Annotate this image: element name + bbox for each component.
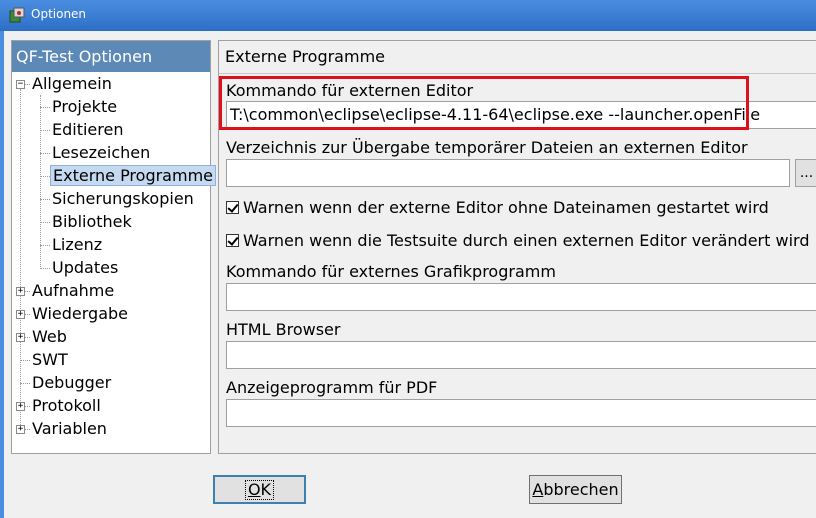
tree-connector — [40, 268, 50, 269]
expand-icon[interactable]: + — [16, 287, 25, 296]
tree-item[interactable]: Externe Programme — [50, 165, 216, 187]
tree-item-label: Sicherungskopien — [52, 189, 194, 208]
tree-guide-line — [40, 95, 41, 267]
window-frame — [0, 31, 4, 518]
temp-dir-label: Verzeichnis zur Übergabe temporärer Date… — [226, 138, 748, 157]
tree-item-label: Allgemein — [32, 74, 112, 93]
editor-command-label: Kommando für externen Editor — [226, 81, 474, 100]
expand-icon[interactable]: + — [16, 333, 25, 342]
html-browser-input[interactable] — [226, 341, 816, 369]
warn-modified-label: Warnen wenn die Testsuite durch einen ex… — [243, 231, 810, 250]
checkbox-checked-icon[interactable] — [226, 201, 239, 214]
section-title: Externe Programme — [225, 47, 385, 66]
tree-item[interactable]: Sicherungskopien — [50, 188, 196, 210]
tree-item[interactable]: Editieren — [50, 119, 125, 141]
collapse-icon[interactable]: − — [16, 80, 25, 89]
checkbox-checked-icon[interactable] — [226, 234, 239, 247]
tree-connector — [40, 176, 50, 177]
tree-connector — [40, 245, 50, 246]
pdf-viewer-input[interactable] — [226, 399, 816, 427]
tree-item[interactable]: Debugger — [30, 372, 113, 394]
editor-command-input[interactable]: T:\common\eclipse\eclipse-4.11-64\eclips… — [226, 101, 816, 129]
tree-item[interactable]: Aufnahme — [30, 280, 116, 302]
tree-item-label: Variablen — [32, 419, 107, 438]
tree-connector — [20, 383, 30, 384]
tree-header: QF-Test Optionen — [12, 41, 210, 72]
tree-item[interactable]: Wiedergabe — [30, 303, 130, 325]
tree-item[interactable]: Lizenz — [50, 234, 104, 256]
ok-button[interactable]: OK — [213, 475, 306, 504]
tree-item-label: Lizenz — [52, 235, 103, 254]
tree-item[interactable]: Projekte — [50, 96, 119, 118]
title-bar[interactable]: Optionen — [0, 0, 816, 31]
tree-item[interactable]: Web — [30, 326, 69, 348]
tree-item[interactable]: Protokoll — [30, 395, 103, 417]
warn-no-filename-checkbox[interactable]: Warnen wenn der externe Editor ohne Date… — [226, 198, 769, 218]
tree-item[interactable]: Allgemein — [30, 73, 114, 95]
qftest-app-icon — [9, 7, 25, 23]
tree-item-label: Web — [32, 327, 67, 346]
pdf-viewer-label: Anzeigeprogramm für PDF — [226, 378, 438, 397]
temp-dir-input[interactable] — [226, 159, 790, 187]
tree-item[interactable]: Bibliothek — [50, 211, 134, 233]
tree-item-label: Aufnahme — [32, 281, 115, 300]
tree-item-label: Externe Programme — [50, 165, 216, 186]
warn-modified-checkbox[interactable]: Warnen wenn die Testsuite durch einen ex… — [226, 231, 809, 251]
tree-item[interactable]: Updates — [50, 257, 120, 279]
html-browser-label: HTML Browser — [226, 320, 341, 339]
graphics-command-input[interactable] — [226, 283, 816, 311]
tree-connector — [40, 107, 50, 108]
tree-connector — [40, 199, 50, 200]
options-content: Externe Programme Kommando für externen … — [218, 40, 816, 454]
section-separator — [219, 73, 816, 74]
tree-item-label: SWT — [32, 350, 68, 369]
tree-connector — [40, 130, 50, 131]
tree-item-label: Protokoll — [32, 396, 101, 415]
tree-item-label: Bibliothek — [52, 212, 132, 231]
tree-item[interactable]: Lesezeichen — [50, 142, 152, 164]
graphics-command-label: Kommando für externes Grafikprogramm — [226, 262, 556, 281]
tree-item-label: Wiedergabe — [32, 304, 129, 323]
tree-connector — [40, 153, 50, 154]
browse-button[interactable]: ... — [795, 159, 816, 187]
ok-button-label: OK — [244, 480, 275, 500]
tree-item-label: Projekte — [52, 97, 118, 116]
tree-item[interactable]: SWT — [30, 349, 70, 371]
tree-item-label: Updates — [52, 258, 119, 277]
tree-item[interactable]: Variablen — [30, 418, 109, 440]
tree-guide-line — [20, 89, 21, 429]
tree-connector — [40, 222, 50, 223]
tree-item-label: Editieren — [52, 120, 124, 139]
warn-no-filename-label: Warnen wenn der externe Editor ohne Date… — [243, 198, 769, 217]
window-title: Optionen — [31, 7, 87, 21]
cancel-button[interactable]: Abbrechen — [529, 475, 622, 504]
expand-icon[interactable]: + — [16, 310, 25, 319]
expand-icon[interactable]: + — [16, 402, 25, 411]
tree-connector — [20, 360, 30, 361]
options-tree[interactable]: QF-Test Optionen Allgemein − Projekte Editi… — [11, 40, 216, 454]
expand-icon[interactable]: + — [16, 425, 25, 434]
tree-item-label: Lesezeichen — [52, 143, 151, 162]
tree-item-label: Debugger — [32, 373, 112, 392]
cancel-button-label: Abbrechen — [532, 480, 619, 499]
